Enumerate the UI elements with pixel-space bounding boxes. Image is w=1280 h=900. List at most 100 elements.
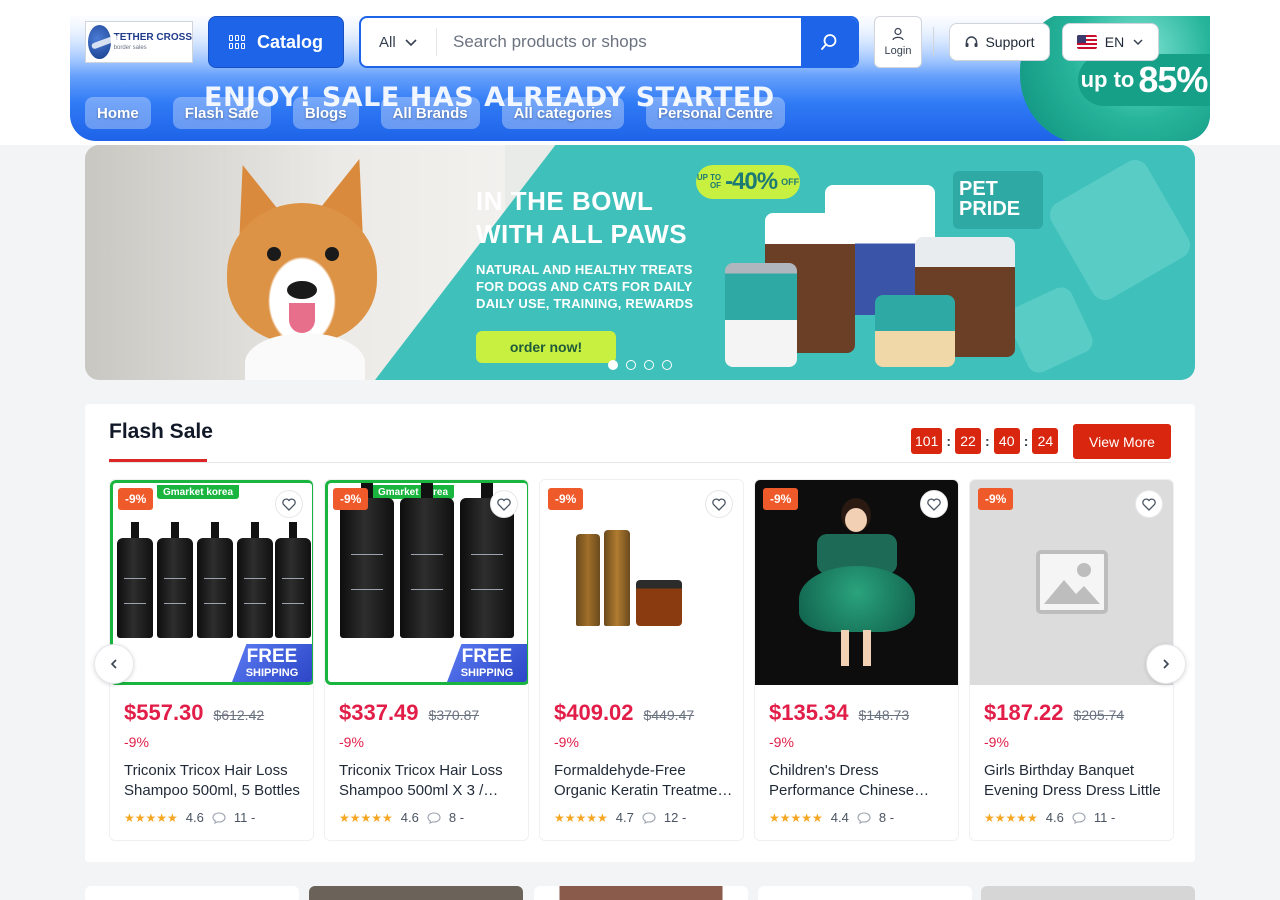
- nav-item-all-brands[interactable]: All Brands: [380, 97, 480, 129]
- product-name[interactable]: Formaldehyde-Free Organic Keratin Treatm…: [554, 761, 734, 801]
- brand-logo-line: PRIDE: [959, 198, 1021, 220]
- product-price: $135.34: [769, 700, 849, 725]
- countdown-days: 101: [911, 428, 943, 454]
- section-title: Flash Sale: [109, 420, 213, 443]
- hero-subtitle-line: NATURAL AND HEALTHY TREATS: [476, 262, 693, 277]
- product-card[interactable]: [534, 886, 748, 900]
- wishlist-button[interactable]: [1135, 490, 1163, 518]
- support-button[interactable]: Support: [949, 23, 1050, 61]
- discount-badge: -9%: [548, 488, 584, 510]
- discount-badge: -9%: [333, 488, 369, 510]
- wishlist-button[interactable]: [920, 490, 948, 518]
- main-nav: Home Flash Sale Blogs All Brands All cat…: [85, 97, 785, 129]
- hero-subtitle-line: DAILY USE, TRAINING, REWARDS: [476, 296, 694, 311]
- globe-icon: [88, 25, 111, 59]
- countdown-minutes: 40: [993, 428, 1020, 454]
- gmarket-badge: Gmarket korea: [157, 485, 240, 499]
- nav-item-flash-sale[interactable]: Flash Sale: [172, 97, 271, 129]
- carousel-dot[interactable]: [644, 360, 654, 370]
- rating-value: 4.6: [1045, 810, 1064, 825]
- heart-icon: [712, 497, 726, 511]
- carousel-prev-button[interactable]: [94, 644, 134, 684]
- login-label: Login: [884, 45, 912, 57]
- badge-suffix: OFF: [781, 177, 800, 187]
- language-label: EN: [1104, 34, 1125, 50]
- search-input[interactable]: [437, 18, 801, 66]
- hero-title-line: WITH ALL PAWS: [476, 219, 688, 249]
- product-name[interactable]: Girls Birthday Banquet Evening Dress Dre…: [984, 761, 1164, 801]
- product-old-price: $148.73: [858, 707, 910, 723]
- hero-carousel[interactable]: IN THE BOWL WITH ALL PAWS NATURAL AND HE…: [85, 145, 1195, 380]
- countdown-timer: 101 : 22 : 40 : 24: [911, 428, 1059, 454]
- product-price: $187.22: [984, 700, 1064, 725]
- nav-item-all-categories[interactable]: All categories: [501, 97, 624, 129]
- carousel-dot[interactable]: [662, 360, 672, 370]
- carousel-next-button[interactable]: [1146, 644, 1186, 684]
- product-name[interactable]: Children's Dress Performance Chinese Sty…: [769, 761, 949, 801]
- wishlist-button[interactable]: [490, 490, 518, 518]
- brand-logo: PET PRIDE: [953, 171, 1043, 229]
- comment-icon: [212, 811, 226, 824]
- product-card[interactable]: Gmarket korea FREE SHIPPING -9% $557.30 …: [109, 479, 314, 841]
- wishlist-button[interactable]: [275, 490, 303, 518]
- language-selector[interactable]: EN: [1062, 23, 1159, 61]
- chevron-down-icon: [1133, 39, 1143, 46]
- product-card[interactable]: Gmarket korea FREE SHIPPING -9% $337.49 …: [324, 479, 529, 841]
- search-button[interactable]: [801, 18, 857, 66]
- headset-icon: [965, 35, 978, 47]
- promo-pill: up to 85%: [1078, 54, 1210, 106]
- comment-icon: [857, 811, 871, 824]
- nav-item-home[interactable]: Home: [85, 97, 151, 129]
- order-now-button[interactable]: order now!: [476, 331, 616, 363]
- free-shipping-badge: FREE SHIPPING: [447, 644, 527, 682]
- product-tray-image: [875, 295, 955, 367]
- countdown-seconds: 24: [1032, 428, 1059, 454]
- product-old-price: $612.42: [213, 707, 265, 723]
- nav-item-personal-centre[interactable]: Personal Centre: [645, 97, 785, 129]
- catalog-button[interactable]: Catalog: [208, 16, 344, 68]
- rating-value: 4.4: [830, 810, 849, 825]
- heart-icon: [497, 497, 511, 511]
- rating-stars: ★★★★★: [769, 810, 823, 825]
- heart-icon: [1142, 497, 1156, 511]
- support-label: Support: [985, 34, 1035, 50]
- product-card[interactable]: -9% $409.02 $449.47 -9% Formaldehyde-Fre…: [539, 479, 744, 841]
- carousel-dot[interactable]: [608, 360, 618, 370]
- promo-value: 85%: [1138, 59, 1208, 100]
- search-category-select[interactable]: All: [361, 28, 437, 56]
- section-title-underline: [109, 459, 207, 462]
- view-more-button[interactable]: View More: [1073, 424, 1171, 459]
- product-price: $337.49: [339, 700, 419, 725]
- product-card[interactable]: [981, 886, 1195, 900]
- rating-value: 4.6: [400, 810, 419, 825]
- login-button[interactable]: Login: [874, 16, 922, 68]
- section-divider: [109, 462, 1171, 463]
- product-can-image: [725, 263, 797, 367]
- free-shipping-text: SHIPPING: [245, 667, 299, 679]
- heart-icon: [282, 497, 296, 511]
- product-card[interactable]: [85, 886, 299, 900]
- product-card[interactable]: -9% $135.34 $148.73 -9% Children's Dress…: [754, 479, 959, 841]
- product-card[interactable]: [309, 886, 523, 900]
- product-name[interactable]: Triconix Tricox Hair Loss Shampoo 500ml …: [339, 761, 519, 801]
- site-logo[interactable]: TETHER CROSS border sales: [85, 21, 193, 63]
- product-discount-percent: -9%: [339, 734, 364, 750]
- search-icon: [821, 34, 837, 50]
- logo-subtext: border sales: [113, 45, 147, 51]
- search-category-value: All: [379, 33, 396, 51]
- rating-stars: ★★★★★: [554, 810, 608, 825]
- product-name[interactable]: Triconix Tricox Hair Loss Shampoo 500ml,…: [124, 761, 304, 801]
- hero-title: IN THE BOWL WITH ALL PAWS: [476, 185, 687, 251]
- product-card[interactable]: -9% $187.22 $205.74 -9% Girls Birthday B…: [969, 479, 1174, 841]
- nav-item-blogs[interactable]: Blogs: [292, 97, 359, 129]
- carousel-dot[interactable]: [626, 360, 636, 370]
- product-discount-percent: -9%: [984, 734, 1009, 750]
- discount-badge: -9%: [763, 488, 799, 510]
- rating-stars: ★★★★★: [124, 810, 178, 825]
- comment-icon: [642, 811, 656, 824]
- badge-small-text: OF: [709, 181, 722, 190]
- search-bar: All: [359, 16, 859, 68]
- wishlist-button[interactable]: [705, 490, 733, 518]
- rating-stars: ★★★★★: [339, 810, 393, 825]
- product-card[interactable]: [758, 886, 972, 900]
